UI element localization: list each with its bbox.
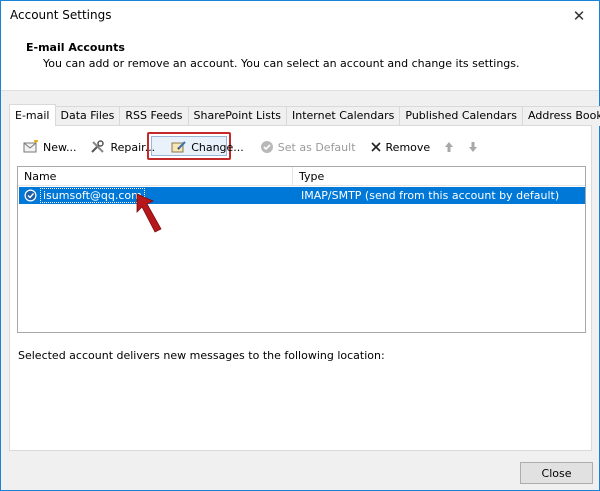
tab-strip: E-mail Data Files RSS Feeds SharePoint L… (9, 104, 600, 126)
account-name: isumsoft@qq.com (40, 188, 145, 203)
column-header-type[interactable]: Type (293, 167, 585, 186)
column-header-name[interactable]: Name (18, 167, 293, 186)
set-as-default-label: Set as Default (277, 140, 356, 154)
remove-button-label: Remove (385, 140, 431, 154)
remove-x-icon (370, 142, 381, 152)
arrow-up-icon (445, 142, 454, 152)
change-button[interactable]: Change... (167, 136, 248, 158)
tab-internet-calendars[interactable]: Internet Calendars (286, 106, 401, 126)
change-button-label: Change... (191, 140, 244, 154)
repair-tools-icon (91, 140, 105, 153)
window-title: Account Settings (10, 8, 112, 22)
account-list[interactable]: Name Type isumsoft@qq.com IMAP/SMTP (sen… (17, 166, 586, 333)
dialog-header: E-mail Accounts You can add or remove an… (1, 31, 599, 91)
account-toolbar: New... Repair... Change... Set as Defaul… (19, 135, 492, 159)
header-description: You can add or remove an account. You ca… (43, 57, 520, 70)
title-bar: Account Settings ✕ (1, 1, 599, 31)
default-account-check-icon (24, 189, 37, 202)
pointer-arrow-icon (136, 193, 162, 233)
account-row[interactable]: isumsoft@qq.com IMAP/SMTP (send from thi… (19, 187, 585, 204)
tab-data-files[interactable]: Data Files (54, 106, 121, 126)
list-header: Name Type (18, 167, 585, 186)
change-account-icon (171, 141, 186, 153)
tab-address-books[interactable]: Address Books (522, 106, 600, 126)
move-up-button[interactable] (440, 136, 462, 158)
remove-button[interactable]: Remove (366, 136, 435, 158)
tab-rss-feeds[interactable]: RSS Feeds (119, 106, 189, 126)
tab-email[interactable]: E-mail (9, 104, 56, 126)
close-button[interactable]: Close (520, 462, 593, 484)
arrow-down-icon (469, 142, 478, 152)
repair-button[interactable]: Repair... (86, 136, 159, 158)
close-window-icon[interactable]: ✕ (559, 1, 599, 31)
tab-published-calendars[interactable]: Published Calendars (399, 106, 524, 126)
new-button-label: New... (43, 140, 77, 154)
move-down-button[interactable] (464, 136, 486, 158)
set-as-default-button[interactable]: Set as Default (256, 136, 360, 158)
checkmark-circle-icon (260, 141, 273, 153)
delivery-location-text: Selected account delivers new messages t… (18, 349, 385, 362)
account-settings-dialog: Account Settings ✕ E-mail Accounts You c… (0, 0, 600, 491)
new-mail-icon (23, 140, 38, 153)
tab-sharepoint-lists[interactable]: SharePoint Lists (187, 106, 288, 126)
header-title: E-mail Accounts (26, 41, 125, 54)
new-button[interactable]: New... (19, 136, 80, 158)
account-type: IMAP/SMTP (send from this account by def… (301, 189, 560, 202)
repair-button-label: Repair... (110, 140, 156, 154)
